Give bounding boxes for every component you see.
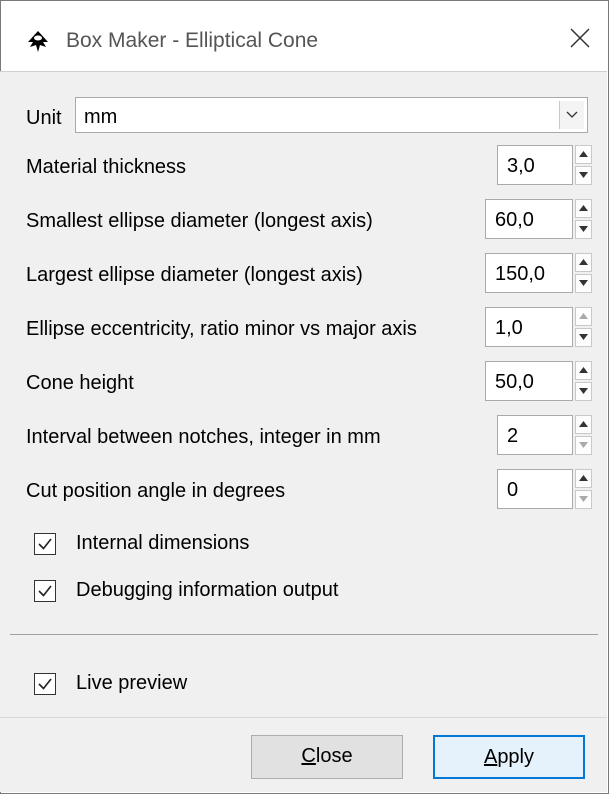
material-thickness-input[interactable]: 3,0 (497, 145, 573, 185)
increment-button[interactable] (575, 253, 592, 272)
param-label-smallest-diameter: Smallest ellipse diameter (longest axis) (26, 210, 373, 232)
checkbox-checked-icon[interactable] (34, 580, 56, 602)
cone-height-input[interactable]: 50,0 (485, 361, 573, 401)
unit-select[interactable]: mm (75, 97, 588, 133)
largest-diameter-input[interactable]: 150,0 (485, 253, 573, 293)
eccentricity-value: 1,0 (495, 317, 523, 339)
notch-interval-value: 2 (507, 425, 519, 447)
close-icon[interactable] (567, 25, 593, 51)
internal-dimensions-checkbox[interactable]: Internal dimensions (34, 532, 334, 558)
close-label-rest: lose (315, 745, 353, 767)
cone-height-stepper[interactable] (575, 361, 592, 401)
apply-mnemonic: A (483, 746, 498, 768)
debug-output-label: Debugging information output (76, 579, 339, 601)
param-label-largest-diameter: Largest ellipse diameter (longest axis) (26, 264, 363, 286)
cut-angle-input[interactable]: 0 (497, 469, 573, 509)
material-thickness-stepper[interactable] (575, 145, 592, 185)
unit-select-value: mm (84, 106, 118, 128)
eccentricity-stepper[interactable] (575, 307, 592, 347)
largest-diameter-value: 150,0 (495, 263, 546, 285)
increment-button[interactable] (575, 145, 592, 164)
decrement-button[interactable] (575, 220, 592, 239)
smallest-diameter-input[interactable]: 60,0 (485, 199, 573, 239)
increment-button[interactable] (575, 307, 592, 326)
cone-height-value: 50,0 (495, 371, 534, 393)
decrement-button[interactable] (575, 382, 592, 401)
debug-output-checkbox[interactable]: Debugging information output (34, 579, 434, 605)
eccentricity-input[interactable]: 1,0 (485, 307, 573, 347)
chevron-down-icon[interactable] (559, 101, 584, 129)
window-title: Box Maker - Elliptical Cone (66, 29, 319, 52)
param-label-cut-angle: Cut position angle in degrees (26, 480, 286, 502)
internal-dimensions-label: Internal dimensions (76, 532, 250, 554)
checkbox-checked-icon[interactable] (34, 533, 56, 555)
decrement-button[interactable] (575, 328, 592, 347)
largest-diameter-stepper[interactable] (575, 253, 592, 293)
title-bar: Box Maker - Elliptical Cone (1, 1, 608, 72)
live-preview-checkbox[interactable]: Live preview (34, 672, 234, 698)
material-thickness-value: 3,0 (507, 155, 535, 177)
divider (0, 71, 607, 72)
cut-angle-stepper[interactable] (575, 469, 592, 509)
inkscape-icon (26, 30, 50, 54)
increment-button[interactable] (575, 199, 592, 218)
param-label-cone-height: Cone height (26, 372, 134, 394)
decrement-button[interactable] (575, 274, 592, 293)
decrement-button[interactable] (575, 490, 592, 509)
smallest-diameter-stepper[interactable] (575, 199, 592, 239)
notch-interval-input[interactable]: 2 (497, 415, 573, 455)
apply-button[interactable]: Apply (433, 735, 585, 779)
section-divider (10, 634, 598, 635)
increment-button[interactable] (575, 361, 592, 380)
close-button[interactable]: Close (251, 735, 403, 779)
live-preview-label: Live preview (76, 672, 188, 694)
notch-interval-stepper[interactable] (575, 415, 592, 455)
param-label-material-thickness: Material thickness (26, 156, 187, 178)
increment-button[interactable] (575, 415, 592, 434)
footer-divider (0, 717, 607, 718)
smallest-diameter-value: 60,0 (495, 209, 534, 231)
close-mnemonic: C (301, 745, 316, 767)
param-label-notch-interval: Interval between notches, integer in mm (26, 426, 381, 448)
param-label-eccentricity: Ellipse eccentricity, ratio minor vs maj… (26, 318, 417, 340)
increment-button[interactable] (575, 469, 592, 488)
cut-angle-value: 0 (507, 479, 519, 501)
unit-label: Unit (26, 107, 62, 129)
checkbox-checked-icon[interactable] (34, 673, 56, 695)
decrement-button[interactable] (575, 436, 592, 455)
decrement-button[interactable] (575, 166, 592, 185)
apply-label-rest: pply (497, 746, 535, 768)
